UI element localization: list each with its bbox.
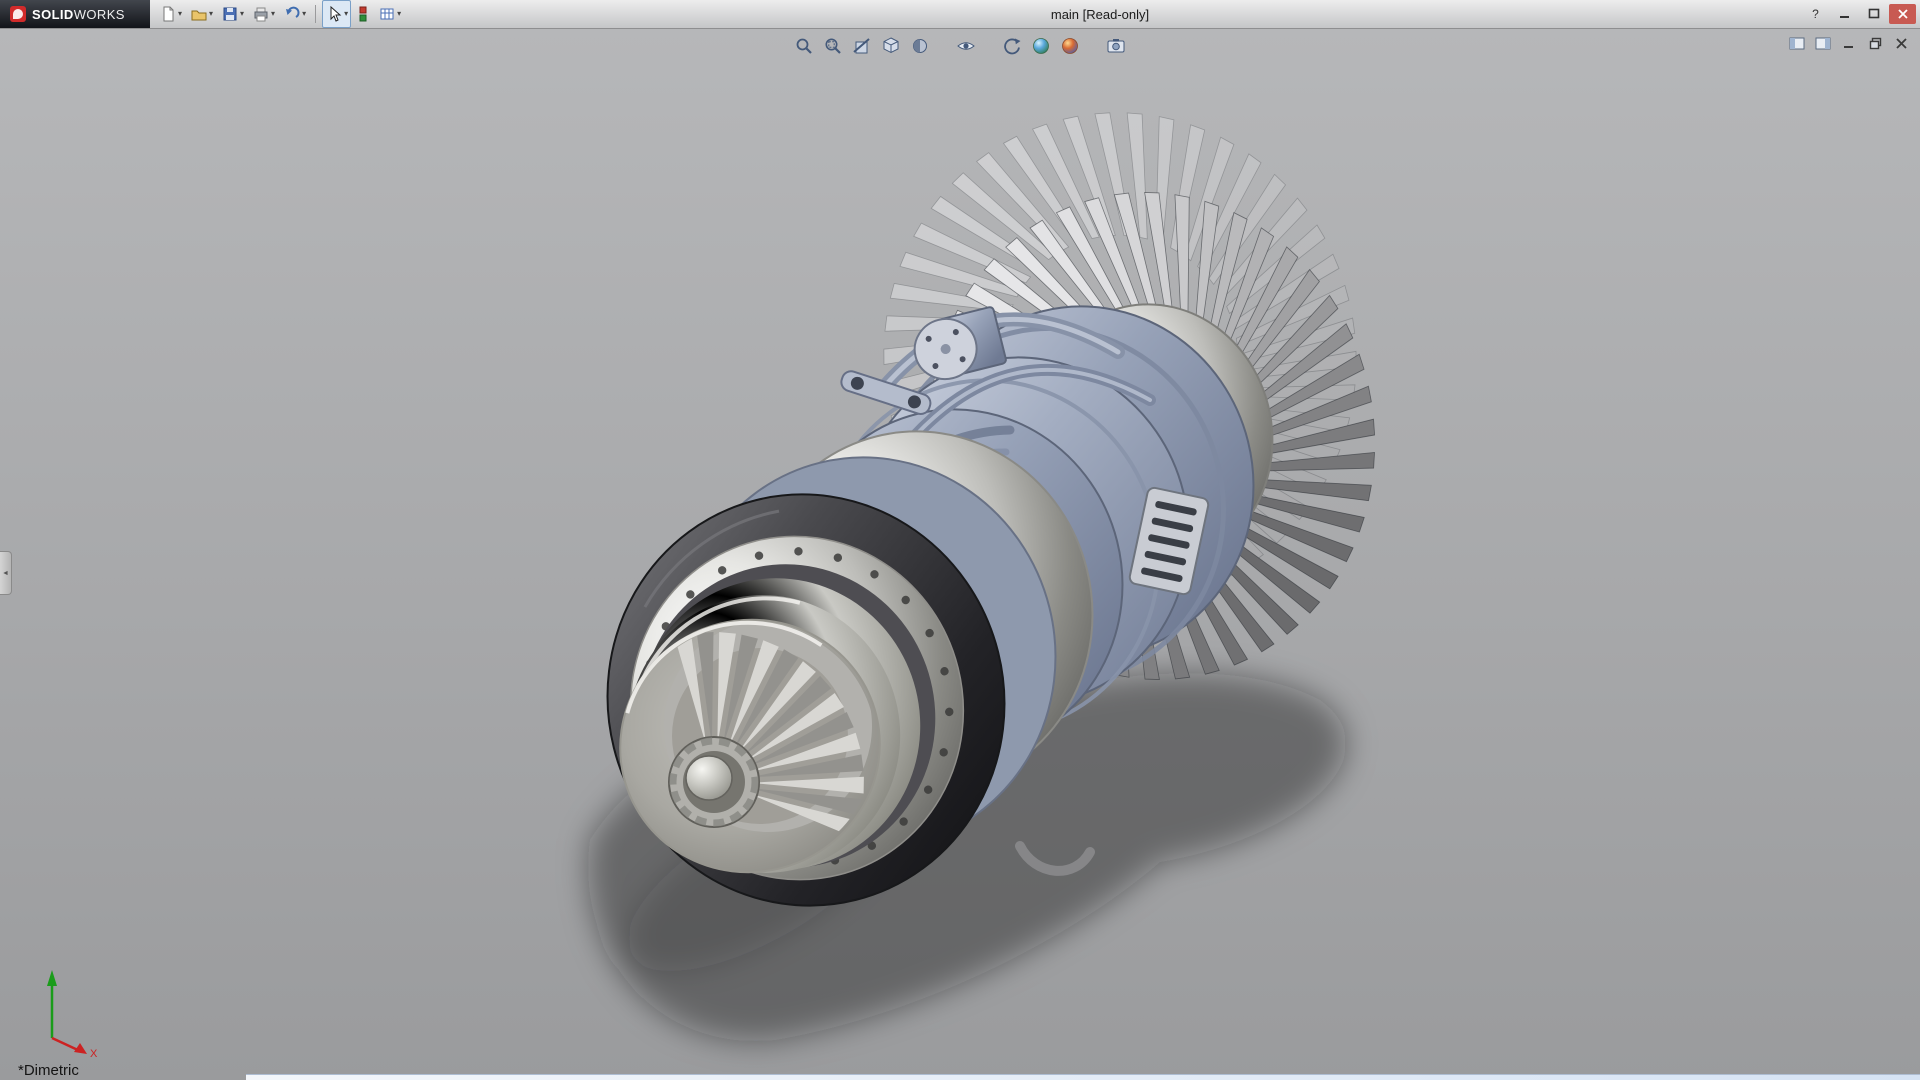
- document-title: main [Read-only]: [390, 7, 1810, 22]
- open-icon: [190, 5, 208, 23]
- undo-icon: [283, 5, 301, 23]
- open-button[interactable]: ▾: [187, 0, 216, 28]
- maximize-button[interactable]: [1860, 4, 1887, 24]
- pane-left-icon: [1789, 37, 1805, 50]
- window-controls: ?: [1802, 4, 1920, 24]
- document-window-controls: [1786, 34, 1912, 52]
- apply-scene-button[interactable]: [1058, 34, 1082, 58]
- maximize-icon: [1868, 8, 1880, 20]
- save-icon: [221, 5, 239, 23]
- undo-button[interactable]: ▾: [280, 0, 309, 28]
- collapse-arrow-icon: ◄: [2, 570, 9, 577]
- toolbar-separator: [315, 5, 316, 23]
- model-canvas[interactable]: [0, 28, 1920, 1080]
- close-button[interactable]: [1889, 4, 1916, 24]
- standard-toolbar: ▾ ▾ ▾ ▾ ▾ ▾ ▾: [156, 0, 404, 28]
- dassault-logo-icon: [10, 6, 26, 22]
- heads-up-view-toolbar: [792, 34, 1128, 58]
- section-view-button[interactable]: [850, 34, 874, 58]
- view-settings-icon: [1002, 36, 1022, 56]
- doc-minimize-button[interactable]: [1838, 34, 1860, 52]
- help-button[interactable]: ?: [1802, 4, 1829, 24]
- hide-show-items-eye-icon: [956, 36, 976, 56]
- view-orientation-button[interactable]: [879, 34, 903, 58]
- x-axis-label: X: [90, 1048, 98, 1058]
- doc-close-icon: [1895, 37, 1908, 50]
- app-name: SOLIDWORKS: [32, 7, 125, 22]
- new-document-button[interactable]: ▾: [156, 0, 185, 28]
- display-style-icon: [910, 36, 930, 56]
- y-axis-arrow: [47, 970, 57, 986]
- app-logo: SOLIDWORKS: [0, 0, 150, 28]
- doc-restore-button[interactable]: [1864, 34, 1886, 52]
- display-pane-button[interactable]: [353, 0, 373, 28]
- apply-scene-ball-icon: [1060, 36, 1080, 56]
- zoom-to-fit-button[interactable]: [792, 34, 816, 58]
- view-orientation-cube-icon: [881, 36, 901, 56]
- pane-right-button[interactable]: [1812, 34, 1834, 52]
- graphics-viewport: ◄ X *Dimetric: [0, 28, 1920, 1080]
- camera-icon: [1106, 36, 1126, 56]
- view-orientation-label: *Dimetric: [18, 1062, 79, 1079]
- print-icon: [252, 5, 270, 23]
- display-style-button[interactable]: [908, 34, 932, 58]
- hide-show-items-button[interactable]: [954, 34, 978, 58]
- doc-minimize-icon: [1843, 37, 1856, 50]
- minimize-button[interactable]: [1831, 4, 1858, 24]
- zoom-to-fit-icon: [794, 36, 814, 56]
- doc-restore-icon: [1869, 37, 1882, 50]
- pane-right-icon: [1815, 37, 1831, 50]
- feature-manager-collapse-tab[interactable]: ◄: [0, 551, 12, 595]
- doc-close-button[interactable]: [1890, 34, 1912, 52]
- select-cursor-icon: [325, 5, 343, 23]
- view-settings-button[interactable]: [1000, 34, 1024, 58]
- edit-appearance-ball-icon: [1031, 36, 1051, 56]
- new-document-icon: [159, 5, 177, 23]
- sheet-options-icon: [378, 5, 396, 23]
- zoom-to-area-icon: [823, 36, 843, 56]
- status-strip: [246, 1074, 1920, 1080]
- reference-triad: X: [14, 958, 114, 1058]
- camera-button[interactable]: [1104, 34, 1128, 58]
- close-icon: [1897, 8, 1909, 20]
- minimize-icon: [1839, 8, 1851, 20]
- hub-cap: [686, 756, 732, 800]
- save-button[interactable]: ▾: [218, 0, 247, 28]
- zoom-to-area-button[interactable]: [821, 34, 845, 58]
- select-tool-button[interactable]: ▾: [322, 0, 351, 28]
- pane-left-button[interactable]: [1786, 34, 1808, 52]
- sheet-options-button[interactable]: ▾: [375, 0, 404, 28]
- edit-appearance-button[interactable]: [1029, 34, 1053, 58]
- section-view-icon: [852, 36, 872, 56]
- print-button[interactable]: ▾: [249, 0, 278, 28]
- titlebar: SOLIDWORKS ▾ ▾ ▾ ▾ ▾ ▾: [0, 0, 1920, 29]
- display-pane-icon: [356, 5, 370, 23]
